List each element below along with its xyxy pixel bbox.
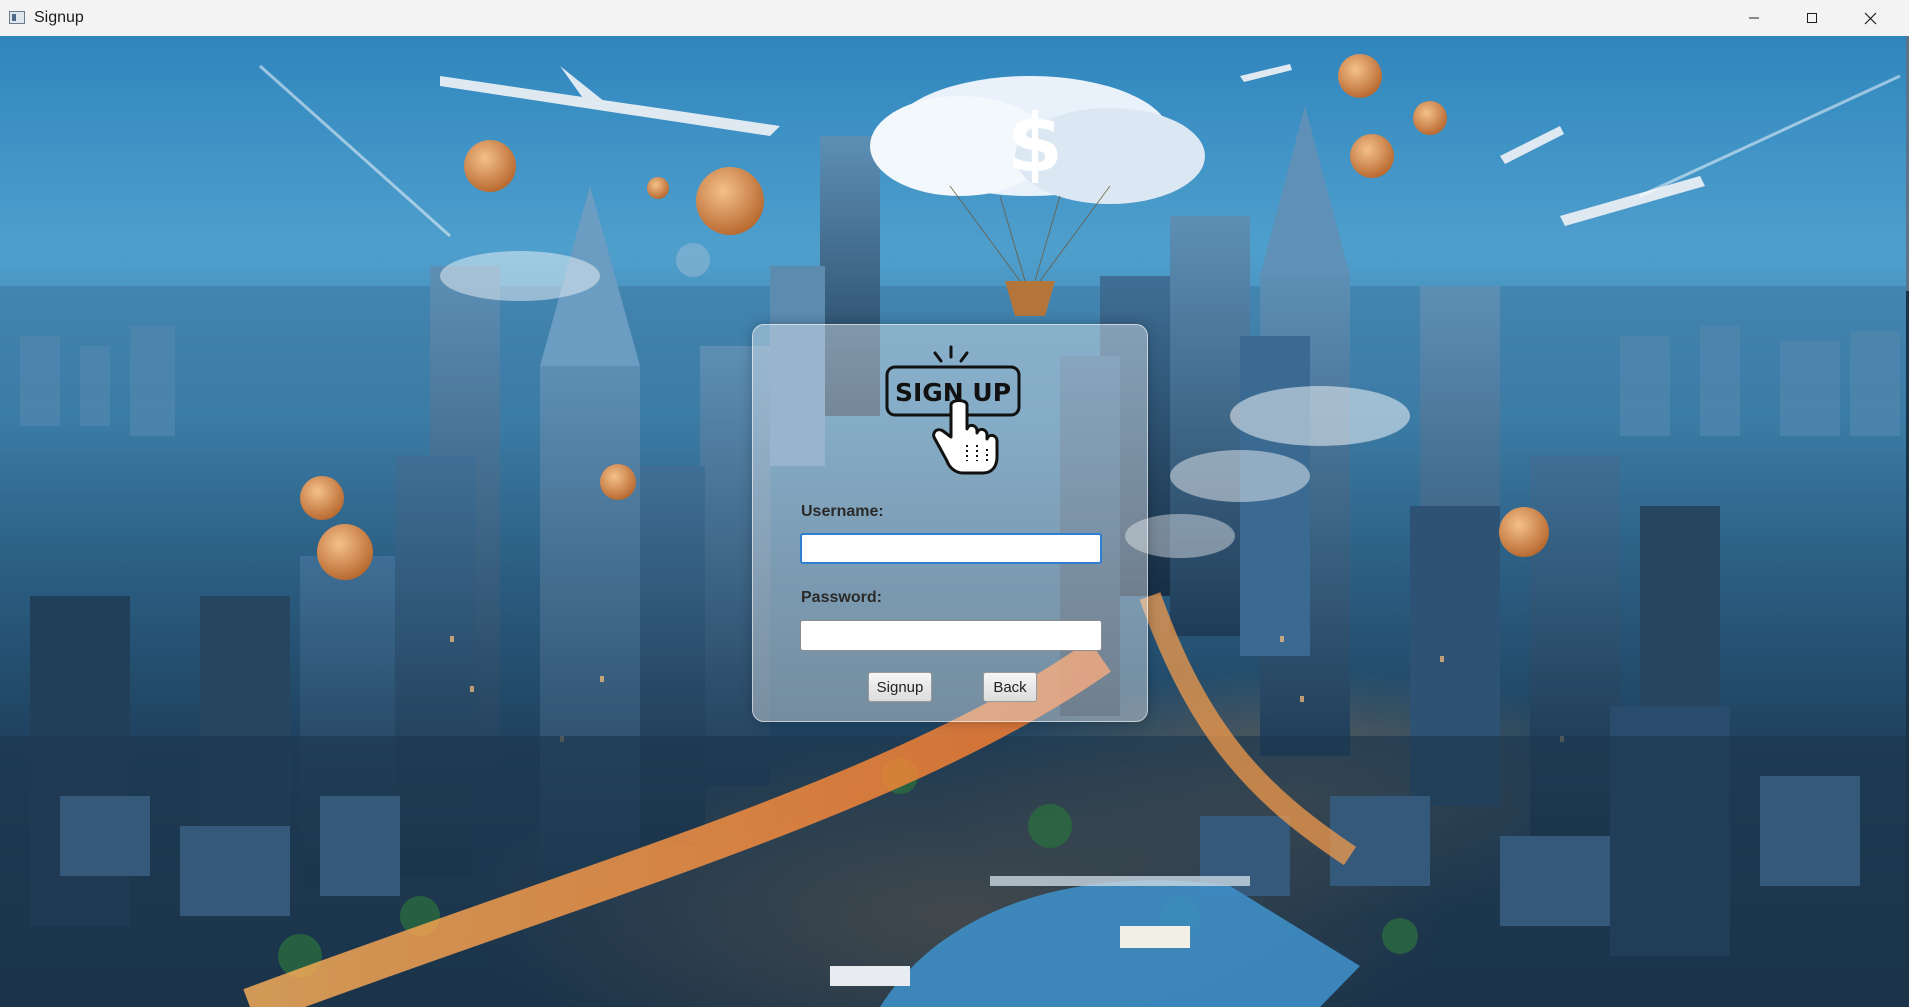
signup-window: Signup $ SIGN UP Username: Password: Sig… xyxy=(0,0,1909,1007)
maximize-button[interactable] xyxy=(1783,0,1841,36)
signup-panel: SIGN UP Username: Password: Signup Back xyxy=(752,324,1148,722)
username-label: Username: xyxy=(801,503,884,520)
window-title: Signup xyxy=(34,9,84,26)
minimize-button[interactable] xyxy=(1725,0,1783,36)
svg-text:$: $ xyxy=(1007,97,1063,190)
signup-button[interactable]: Signup xyxy=(868,672,932,702)
maximize-icon xyxy=(1807,13,1817,23)
back-button[interactable]: Back xyxy=(983,672,1037,702)
password-label: Password: xyxy=(801,589,882,606)
password-input[interactable] xyxy=(800,620,1102,651)
app-icon xyxy=(9,11,25,24)
close-button[interactable] xyxy=(1841,0,1899,36)
signup-logo: SIGN UP xyxy=(885,345,1021,475)
username-input[interactable] xyxy=(800,533,1102,564)
close-icon xyxy=(1864,12,1876,24)
minimize-icon xyxy=(1749,17,1759,19)
title-bar[interactable]: Signup xyxy=(0,0,1909,36)
